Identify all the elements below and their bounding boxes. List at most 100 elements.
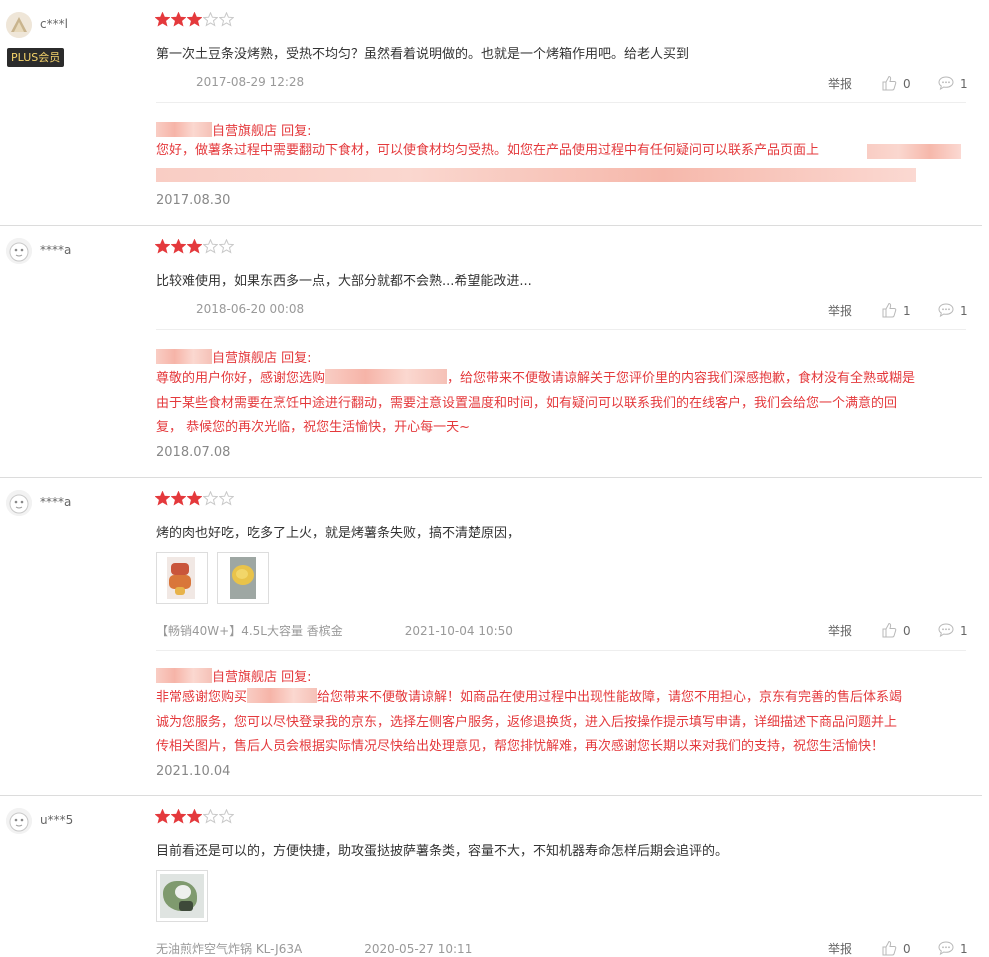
username[interactable]: u***5 [40, 813, 73, 827]
comment-button[interactable]: 1 [938, 622, 968, 638]
report-link[interactable]: 举报 [828, 622, 852, 639]
report-link[interactable]: 举报 [828, 302, 852, 319]
review-item: c***l PLUS会员 第一次土豆条没烤熟，受热不均匀？虽然看着说明做的。也就… [0, 0, 982, 226]
star-filled-icon [170, 11, 187, 27]
redacted-product-name [325, 369, 448, 384]
redacted-product-name [247, 688, 318, 703]
star-empty-icon [218, 238, 235, 254]
comment-button[interactable]: 1 [938, 75, 968, 91]
reply-line: 尊敬的用户你好，感谢您选购 [156, 371, 326, 386]
comment-button[interactable]: 1 [938, 302, 968, 318]
redacted-shop-name [156, 349, 212, 364]
like-button[interactable]: 0 [881, 940, 911, 956]
reply-line: 由于某些食材需要在烹饪中途进行翻动，需要注意设置温度和时间，如有疑问可以联系我们… [156, 395, 898, 411]
like-count: 1 [903, 304, 911, 318]
reply-shop-label: 自营旗舰店 回复: [212, 351, 312, 366]
comment-icon [938, 623, 954, 638]
star-filled-icon [186, 808, 203, 824]
star-empty-icon [218, 11, 235, 27]
review-text: 第一次土豆条没烤熟，受热不均匀？虽然看着说明做的。也就是一个烤箱作用吧。给老人买… [156, 47, 690, 62]
star-filled-icon [170, 808, 187, 824]
review-photo[interactable] [217, 552, 269, 604]
reply-line: 传相关图片，售后人员会根据实际情况尽快给出处理意见，帮您排忧解难，再次感谢您长期… [156, 739, 885, 754]
shop-reply-header: 自营旗舰店 回复: [156, 666, 312, 685]
like-count: 0 [903, 77, 911, 91]
review-date: 2020-05-27 10:11 [364, 942, 473, 956]
plus-member-badge: PLUS会员 [7, 48, 65, 67]
user-avatar[interactable] [6, 238, 32, 264]
star-empty-icon [202, 490, 219, 506]
star-empty-icon [218, 490, 235, 506]
redacted-shop-name [156, 122, 212, 137]
report-link[interactable]: 举报 [828, 940, 852, 957]
reply-line: 您好，做薯条过程中需要翻动下食材，可以使食材均匀受热。如您在产品使用过程中有任何… [156, 143, 820, 158]
reply-line: 给您带来不便敬请谅解！如商品在使用过程中出现性能故障，请您不用担心，京东有完善的… [317, 690, 903, 705]
shop-reply-header: 自营旗舰店 回复: [156, 347, 312, 366]
comment-button[interactable]: 1 [938, 940, 968, 956]
review-photo[interactable] [156, 552, 208, 604]
user-avatar[interactable] [6, 808, 32, 834]
like-button[interactable]: 1 [881, 302, 911, 318]
comment-count: 1 [960, 624, 968, 638]
reply-line: 非常感谢您购买 [156, 690, 248, 705]
thumbs-up-icon [882, 940, 897, 956]
review-meta: 2017-08-29 12:28 [156, 75, 304, 89]
username[interactable]: ****a [40, 495, 71, 509]
star-rating [154, 490, 235, 506]
comment-count: 1 [960, 942, 968, 956]
reply-line: 复， 恭候您的再次光临，祝您生活愉快，开心每一天~ [156, 420, 471, 435]
reply-date: 2021.10.04 [156, 764, 231, 779]
review-meta: 【畅销40W+】4.5L大容量 香槟金 2021-10-04 10:50 [156, 622, 513, 639]
like-button[interactable]: 0 [881, 75, 911, 91]
star-filled-icon [186, 490, 203, 506]
thumbs-up-icon [882, 622, 897, 638]
star-empty-icon [202, 808, 219, 824]
report-link[interactable]: 举报 [828, 75, 852, 92]
reply-line: 诚为您服务，您可以尽快登录我的京东，选择左侧客户服务，返修退换货，进入后按操作提… [156, 714, 898, 730]
star-rating [154, 808, 235, 824]
star-empty-icon [218, 808, 235, 824]
review-text: 目前看还是可以的，方便快捷，助攻蛋挞披萨薯条类，容量不大，不知机器寿命怎样后期会… [156, 844, 729, 859]
star-filled-icon [154, 490, 171, 506]
reply-shop-label: 自营旗舰店 回复: [212, 124, 312, 139]
shop-reply-header: 自营旗舰店 回复: [156, 120, 312, 139]
divider [156, 102, 966, 103]
username[interactable]: ****a [40, 243, 71, 257]
star-rating [154, 11, 235, 27]
comment-icon [938, 303, 954, 318]
shop-reply-text: 非常感谢您购买 给您带来不便敬请谅解！如商品在使用过程中出现性能故障，请您不用担心… [156, 686, 961, 760]
review-date: 2021-10-04 10:50 [404, 624, 513, 638]
reply-line: ，给您带来不便敬请谅解关于您评价里的内容我们深感抱歉，食材没有全熟或糊是 [447, 371, 916, 386]
redacted-contact [867, 144, 961, 159]
user-info: c***l PLUS会员 [6, 12, 146, 72]
review-photo[interactable] [156, 870, 208, 922]
user-avatar[interactable] [6, 490, 32, 516]
comment-count: 1 [960, 77, 968, 91]
divider [156, 329, 966, 330]
reply-date: 2017.08.30 [156, 193, 231, 208]
review-item: ****a 比较难使用，如果东西多一点，大部分就都不会熟...希望能改进... … [0, 226, 982, 478]
review-text: 比较难使用，如果东西多一点，大部分就都不会熟...希望能改进... [156, 274, 532, 289]
username[interactable]: c***l [40, 17, 68, 31]
like-button[interactable]: 0 [881, 622, 911, 638]
shop-reply-text: 尊敬的用户你好，感谢您选购 ，给您带来不便敬请谅解关于您评价里的内容我们深感抱歉，… [156, 367, 961, 441]
user-info: ****a [6, 490, 146, 550]
review-meta: 无油煎炸空气炸锅 KL-J63A 2020-05-27 10:11 [156, 940, 472, 957]
star-filled-icon [154, 808, 171, 824]
review-item: u***5 目前看还是可以的，方便快捷，助攻蛋挞披萨薯条类，容量不大，不知机器寿… [0, 796, 982, 957]
user-avatar[interactable] [6, 12, 32, 38]
thumbs-up-icon [882, 75, 897, 91]
star-filled-icon [186, 11, 203, 27]
comment-icon [938, 76, 954, 91]
thumbs-up-icon [882, 302, 897, 318]
user-info: u***5 [6, 808, 146, 868]
product-variant: 无油煎炸空气炸锅 KL-J63A [156, 942, 303, 956]
redacted-shop-name [156, 668, 212, 683]
reply-shop-label: 自营旗舰店 回复: [212, 670, 312, 685]
reply-date: 2018.07.08 [156, 445, 231, 460]
comment-count: 1 [960, 304, 968, 318]
shop-reply-text: 您好，做薯条过程中需要翻动下食材，可以使食材均匀受热。如您在产品使用过程中有任何… [156, 139, 961, 164]
review-meta: 2018-06-20 00:08 [156, 302, 304, 316]
star-filled-icon [186, 238, 203, 254]
like-count: 0 [903, 942, 911, 956]
